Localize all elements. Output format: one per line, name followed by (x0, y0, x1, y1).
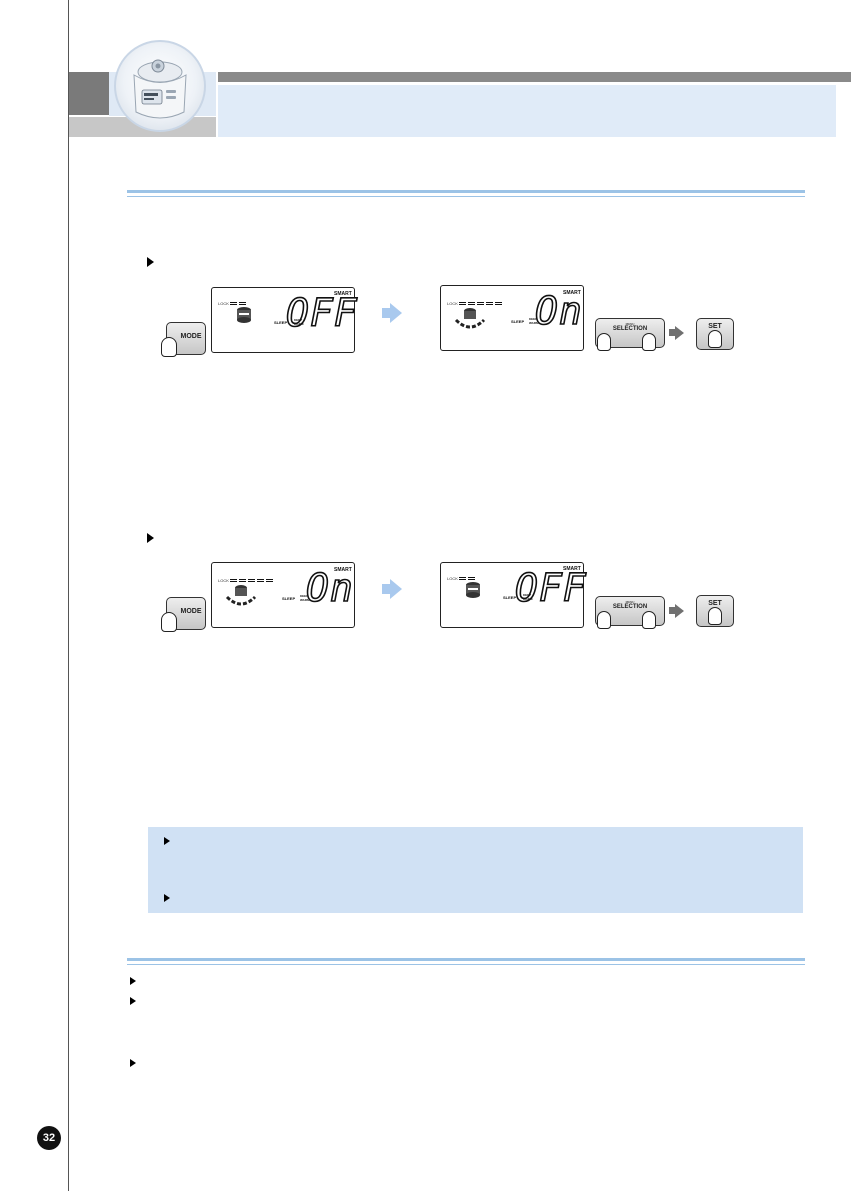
right-finger-icon (642, 333, 656, 351)
mode-button-label: MODE (180, 333, 202, 340)
bullet-icon (130, 977, 136, 985)
header-dark-block (69, 72, 109, 115)
pressing-finger-icon (161, 612, 177, 632)
header-divider (216, 72, 218, 138)
bullet-icon (130, 1059, 136, 1067)
pressing-finger-icon (161, 337, 177, 357)
level-bars (230, 292, 248, 305)
warm-indicator: WARM (300, 598, 310, 602)
lock-label: LOCK (218, 301, 229, 306)
next-arrow-icon (390, 303, 402, 323)
pot-icon (454, 308, 486, 329)
pressing-finger-icon (708, 330, 722, 348)
pressing-finger-icon (708, 607, 722, 625)
note-box (148, 827, 803, 913)
rice-cooker-icon (133, 59, 187, 119)
left-finger-icon (597, 333, 611, 351)
level-bars (459, 292, 504, 305)
bullet-icon (130, 997, 136, 1005)
next-arrow-icon (390, 579, 402, 599)
sleep-indicator: SLEEP (274, 320, 288, 325)
section-rule-bottom-thin (127, 964, 805, 965)
left-finger-icon (597, 611, 611, 629)
warm-indicator: WARM (529, 321, 539, 325)
warm-indicator: WARM (523, 597, 533, 601)
section-rule-bottom (127, 958, 805, 961)
section-rule-top-thin (127, 196, 805, 197)
lcd-panel-2: LOCK SMART On SLEEP KEEP WARM (440, 285, 584, 351)
next-arrow-stem (382, 584, 390, 594)
sleep-indicator: SLEEP (511, 319, 525, 324)
mode-button-label: MODE (180, 608, 202, 615)
pot-icon (466, 582, 480, 598)
right-finger-icon (642, 611, 656, 629)
lcd-panel-1: LOCK SMART OFF SLEEP KEEP WARM (211, 287, 358, 353)
lcd-display-value: OFF (285, 291, 358, 335)
then-arrow-icon (675, 326, 684, 340)
note-bullet-icon (164, 894, 170, 902)
section-rule-top (127, 190, 805, 193)
set-label: SET (708, 323, 722, 330)
selection-label: SELECTION (612, 326, 648, 332)
bullet-icon (147, 257, 154, 267)
lcd-panel-3: LOCK SMART On SLEEP KEEP WARM (211, 562, 355, 628)
then-arrow-icon (675, 604, 684, 618)
binding-line (68, 0, 69, 1191)
lcd-display-value: On (305, 566, 354, 610)
next-arrow-stem (382, 308, 390, 318)
lock-label: LOCK (447, 576, 458, 581)
header-strip (218, 72, 851, 82)
sleep-indicator: SLEEP (503, 595, 517, 600)
selection-label: SELECTION (612, 604, 648, 610)
header-title-band (218, 85, 836, 137)
lcd-display-value: OFF (514, 566, 587, 610)
level-bars (230, 569, 275, 582)
bullet-icon (147, 533, 154, 543)
pot-icon (225, 585, 257, 606)
note-bullet-icon (164, 837, 170, 845)
lcd-panel-4: LOCK SMART OFF SLEEP KEEP WARM (440, 562, 587, 628)
level-bars (459, 567, 477, 580)
rice-cooker-image (114, 40, 206, 132)
sleep-indicator: SLEEP (282, 596, 296, 601)
set-label: SET (708, 600, 722, 607)
page-number: 32 (37, 1126, 61, 1150)
pot-icon (237, 307, 251, 323)
warm-indicator: WARM (294, 322, 304, 326)
lcd-display-value: On (534, 289, 583, 333)
